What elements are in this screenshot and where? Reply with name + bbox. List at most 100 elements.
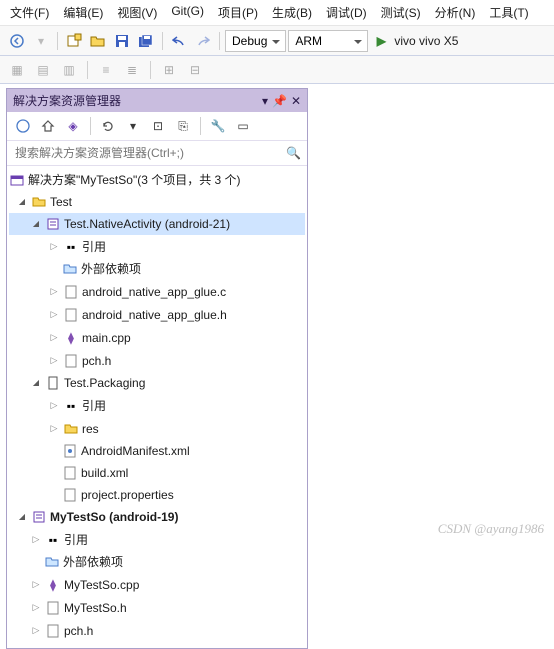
menu-file[interactable]: 文件(F) <box>10 4 49 21</box>
h-file-icon <box>45 623 61 639</box>
grid1-icon: ▦ <box>6 59 28 81</box>
expand-icon[interactable] <box>16 507 28 527</box>
expand-icon[interactable] <box>48 418 60 439</box>
menu-test[interactable]: 测试(S) <box>381 4 421 21</box>
layout2-icon: ⊟ <box>184 59 206 81</box>
home-back-icon[interactable] <box>12 115 34 137</box>
menu-view[interactable]: 视图(V) <box>117 4 157 21</box>
refresh-icon[interactable] <box>97 115 119 137</box>
watermark: CSDN @ayang1986 <box>438 521 544 537</box>
menu-debug[interactable]: 调试(D) <box>326 4 367 21</box>
main-toolbar: ▾ Debug ARM ▶ vivo vivo X5 <box>0 26 554 56</box>
save-all-icon[interactable] <box>135 30 157 52</box>
layout1-icon: ⊞ <box>158 59 180 81</box>
panel-menu-icon[interactable]: ▾ <box>262 94 268 108</box>
tree-item-res[interactable]: res <box>9 417 305 440</box>
expand-icon[interactable] <box>30 214 42 234</box>
expand-icon[interactable] <box>48 395 60 416</box>
tree-item-ext1[interactable]: 外部依赖项 <box>9 258 305 280</box>
tree-item-ref2[interactable]: ▪▪引用 <box>9 394 305 417</box>
tree-item-props[interactable]: project.properties <box>9 484 305 506</box>
nav-back-icon[interactable] <box>6 30 28 52</box>
expand-icon[interactable] <box>30 620 42 641</box>
tree-item-build[interactable]: build.xml <box>9 462 305 484</box>
collapse-icon[interactable]: ▾ <box>122 115 144 137</box>
expand-icon[interactable] <box>48 327 60 348</box>
menu-build[interactable]: 生成(B) <box>272 4 312 21</box>
expand-icon[interactable] <box>16 192 28 212</box>
expand-icon[interactable] <box>30 574 42 595</box>
expand-icon[interactable] <box>30 529 42 550</box>
expand-icon[interactable] <box>30 373 42 393</box>
tree-item-ref3[interactable]: ▪▪引用 <box>9 528 305 551</box>
showall-icon[interactable]: ⊡ <box>147 115 169 137</box>
solution-tree[interactable]: 解决方案"MyTestSo"(3 个项目，共 3 个) Test Test.Na… <box>7 166 307 648</box>
grid2-icon: ▤ <box>32 59 54 81</box>
align1-icon: ≡ <box>95 59 117 81</box>
tree-item-manifest[interactable]: AndroidManifest.xml <box>9 440 305 462</box>
undo-icon[interactable] <box>168 30 190 52</box>
sync-icon[interactable]: ◈ <box>62 115 84 137</box>
debug-target[interactable]: vivo vivo X5 <box>394 34 458 48</box>
menu-edit[interactable]: 编辑(E) <box>63 4 103 21</box>
h-file-icon <box>63 353 79 369</box>
menu-analyze[interactable]: 分析(N) <box>435 4 476 21</box>
h-file-icon <box>63 307 79 323</box>
redo-icon[interactable] <box>192 30 214 52</box>
menu-tools[interactable]: 工具(T) <box>489 4 528 21</box>
menu-bar: 文件(F) 编辑(E) 视图(V) Git(G) 项目(P) 生成(B) 调试(… <box>0 0 554 26</box>
menu-git[interactable]: Git(G) <box>171 4 204 21</box>
expand-icon[interactable] <box>48 304 60 325</box>
solution-explorer-panel: 解决方案资源管理器 ▾ 📌 ✕ ◈ ▾ ⊡ ⎘ 🔧 ▭ 🔍 解决方案"MyTes… <box>6 88 308 649</box>
tree-item-main[interactable]: ⧫main.cpp <box>9 326 305 349</box>
tree-item-myso[interactable]: MyTestSo (android-19) <box>9 506 305 528</box>
references-icon: ▪▪ <box>63 398 79 414</box>
save-icon[interactable] <box>111 30 133 52</box>
panel-titlebar[interactable]: 解决方案资源管理器 ▾ 📌 ✕ <box>7 89 307 112</box>
expand-icon[interactable] <box>48 350 60 371</box>
expand-icon[interactable] <box>48 281 60 302</box>
tree-item-ext3[interactable]: 外部依赖项 <box>9 551 305 573</box>
external-deps-icon <box>62 261 78 277</box>
tree-item-pch3[interactable]: pch.h <box>9 619 305 642</box>
external-deps-icon <box>44 554 60 570</box>
file-icon <box>62 487 78 503</box>
tree-item-soh[interactable]: MyTestSo.h <box>9 596 305 619</box>
align2-icon: ≣ <box>121 59 143 81</box>
config-dropdown[interactable]: Debug <box>225 30 286 52</box>
solution-node[interactable]: 解决方案"MyTestSo"(3 个项目，共 3 个) <box>9 169 305 191</box>
tree-item-pkg[interactable]: Test.Packaging <box>9 372 305 394</box>
close-icon[interactable]: ✕ <box>291 94 301 108</box>
properties-icon[interactable]: 🔧 <box>207 115 229 137</box>
tree-item-test[interactable]: Test <box>9 191 305 213</box>
tree-item-glueh[interactable]: android_native_app_glue.h <box>9 303 305 326</box>
xml-file-icon <box>62 443 78 459</box>
platform-dropdown[interactable]: ARM <box>288 30 368 52</box>
search-icon[interactable]: 🔍 <box>286 146 301 160</box>
grid3-icon: ▥ <box>58 59 80 81</box>
tree-item-native[interactable]: Test.NativeActivity (android-21) <box>9 213 305 235</box>
tree-item-pch1[interactable]: pch.h <box>9 349 305 372</box>
cpp-file-icon: ⧫ <box>63 330 79 346</box>
preview-icon[interactable]: ▭ <box>232 115 254 137</box>
pin-icon[interactable]: 📌 <box>272 94 287 108</box>
package-icon <box>45 375 61 391</box>
open-icon[interactable] <box>87 30 109 52</box>
secondary-toolbar: ▦ ▤ ▥ ≡ ≣ ⊞ ⊟ <box>0 56 554 84</box>
cpp-file-icon: ⧫ <box>45 577 61 593</box>
tree-item-ref1[interactable]: ▪▪引用 <box>9 235 305 258</box>
search-box[interactable]: 🔍 <box>7 141 307 166</box>
nav-fwd-icon[interactable]: ▾ <box>30 30 52 52</box>
menu-project[interactable]: 项目(P) <box>218 4 258 21</box>
new-project-icon[interactable] <box>63 30 85 52</box>
expand-icon[interactable] <box>30 597 42 618</box>
expand-icon[interactable] <box>48 236 60 257</box>
tree-item-socpp[interactable]: ⧫MyTestSo.cpp <box>9 573 305 596</box>
start-debug-icon[interactable]: ▶ <box>370 30 392 52</box>
xml-file-icon <box>62 465 78 481</box>
panel-toolbar: ◈ ▾ ⊡ ⎘ 🔧 ▭ <box>7 112 307 141</box>
search-input[interactable] <box>7 141 307 165</box>
home-icon[interactable] <box>37 115 59 137</box>
tree-item-gluec[interactable]: android_native_app_glue.c <box>9 280 305 303</box>
copy-icon[interactable]: ⎘ <box>172 115 194 137</box>
